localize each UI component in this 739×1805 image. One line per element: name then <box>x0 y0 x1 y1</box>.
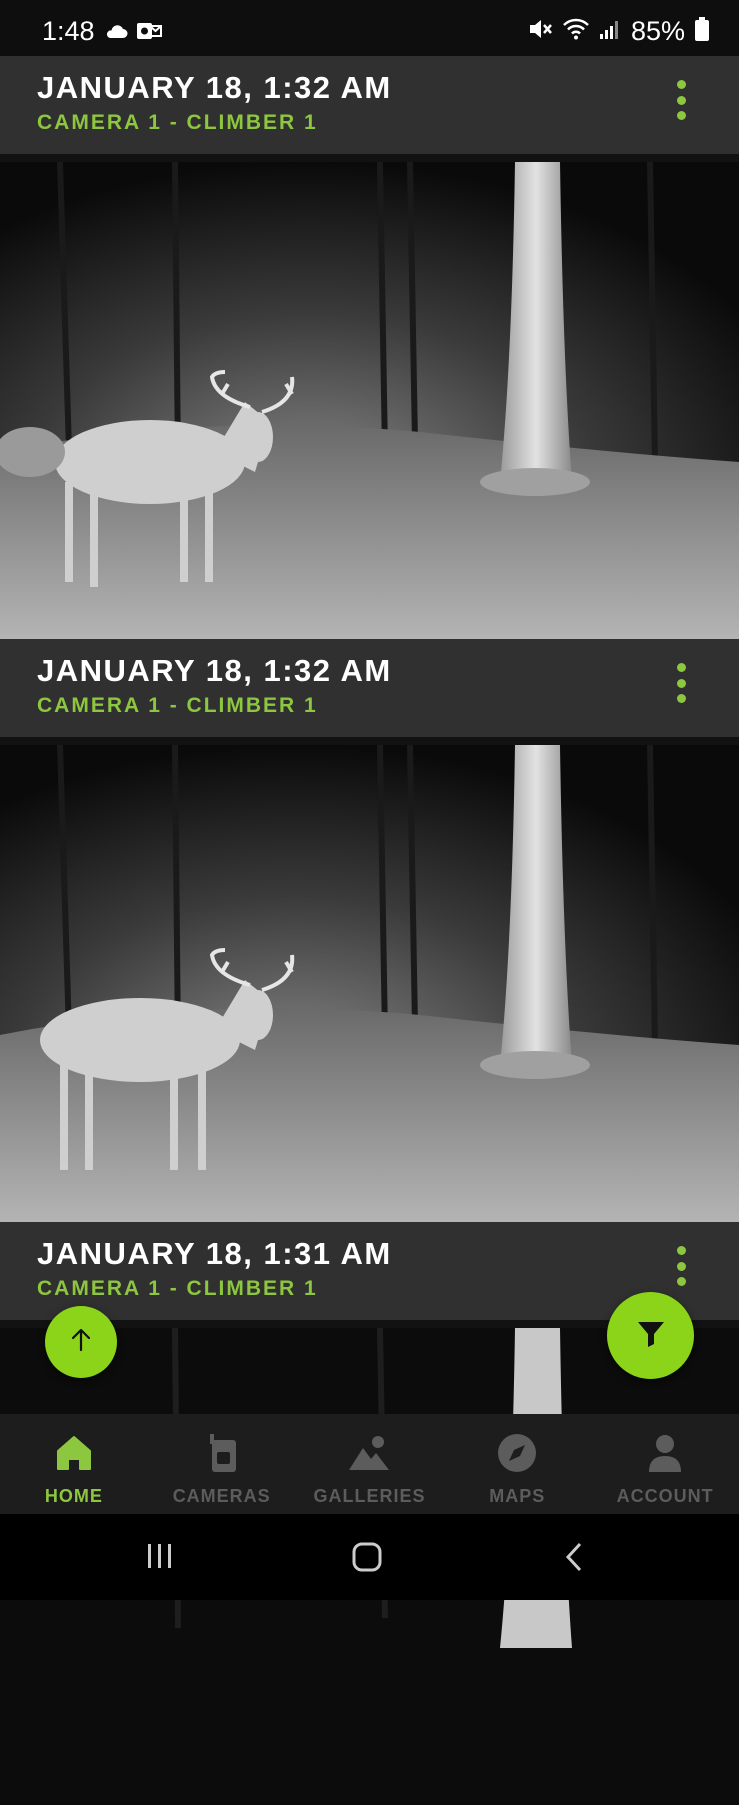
filter-icon <box>635 1317 667 1354</box>
photo-header: JANUARY 18, 1:32 AM CAMERA 1 - CLIMBER 1 <box>0 639 739 737</box>
filter-button[interactable] <box>607 1292 694 1379</box>
nav-item-galleries[interactable]: GALLERIES <box>296 1414 444 1514</box>
person-icon <box>642 1430 688 1476</box>
arrow-up-icon <box>68 1327 94 1358</box>
home-icon <box>51 1430 97 1476</box>
home-system-icon[interactable] <box>352 1542 382 1577</box>
system-navigation-bar <box>0 1514 739 1600</box>
trail-camera-photo[interactable] <box>0 162 739 639</box>
nav-label-cameras: CAMERAS <box>172 1486 271 1506</box>
outlook-icon <box>136 21 162 46</box>
more-options-button[interactable] <box>669 80 693 120</box>
nav-label-maps: MAPS <box>489 1486 546 1506</box>
divider <box>0 737 739 745</box>
status-bar: 1:48 85% <box>0 0 739 56</box>
signal-icon <box>599 18 621 45</box>
nav-label-account: ACCOUNT <box>616 1486 714 1506</box>
cloud-icon <box>104 23 128 44</box>
camera-icon <box>199 1430 245 1476</box>
status-left-icons <box>104 21 162 46</box>
status-right: 85% <box>527 16 709 47</box>
nav-item-home[interactable]: HOME <box>0 1414 148 1514</box>
photo-header: JANUARY 18, 1:32 AM CAMERA 1 - CLIMBER 1 <box>0 56 739 154</box>
status-time: 1:48 <box>42 16 95 46</box>
nav-item-cameras[interactable]: CAMERAS <box>148 1414 296 1514</box>
nav-item-maps[interactable]: MAPS <box>443 1414 591 1514</box>
photo-date: JANUARY 18, 1:32 AM <box>37 70 392 105</box>
more-options-button[interactable] <box>669 1246 693 1286</box>
nav-label-galleries: GALLERIES <box>313 1486 426 1506</box>
mute-icon <box>527 17 553 46</box>
nav-label-home: HOME <box>44 1486 103 1506</box>
divider <box>0 154 739 162</box>
battery-percent: 85% <box>630 16 685 46</box>
photo-date: JANUARY 18, 1:32 AM <box>37 653 392 688</box>
back-icon[interactable] <box>564 1542 584 1577</box>
photo-date: JANUARY 18, 1:31 AM <box>37 1236 392 1271</box>
photo-camera-name: CAMERA 1 - CLIMBER 1 <box>37 1277 318 1300</box>
wifi-icon <box>563 18 589 45</box>
nav-item-account[interactable]: ACCOUNT <box>591 1414 739 1514</box>
bottom-navigation: HOME CAMERAS GALLERIES MAPS ACCOUNT <box>0 1414 739 1514</box>
battery-icon <box>695 17 709 46</box>
trail-camera-photo[interactable] <box>0 745 739 1222</box>
photo-camera-name: CAMERA 1 - CLIMBER 1 <box>37 694 318 717</box>
recent-apps-icon[interactable] <box>146 1542 174 1575</box>
more-options-button[interactable] <box>669 663 693 703</box>
mountain-icon <box>346 1430 392 1476</box>
photo-camera-name: CAMERA 1 - CLIMBER 1 <box>37 111 318 134</box>
scroll-to-top-button[interactable] <box>45 1306 117 1378</box>
compass-icon <box>494 1430 540 1476</box>
